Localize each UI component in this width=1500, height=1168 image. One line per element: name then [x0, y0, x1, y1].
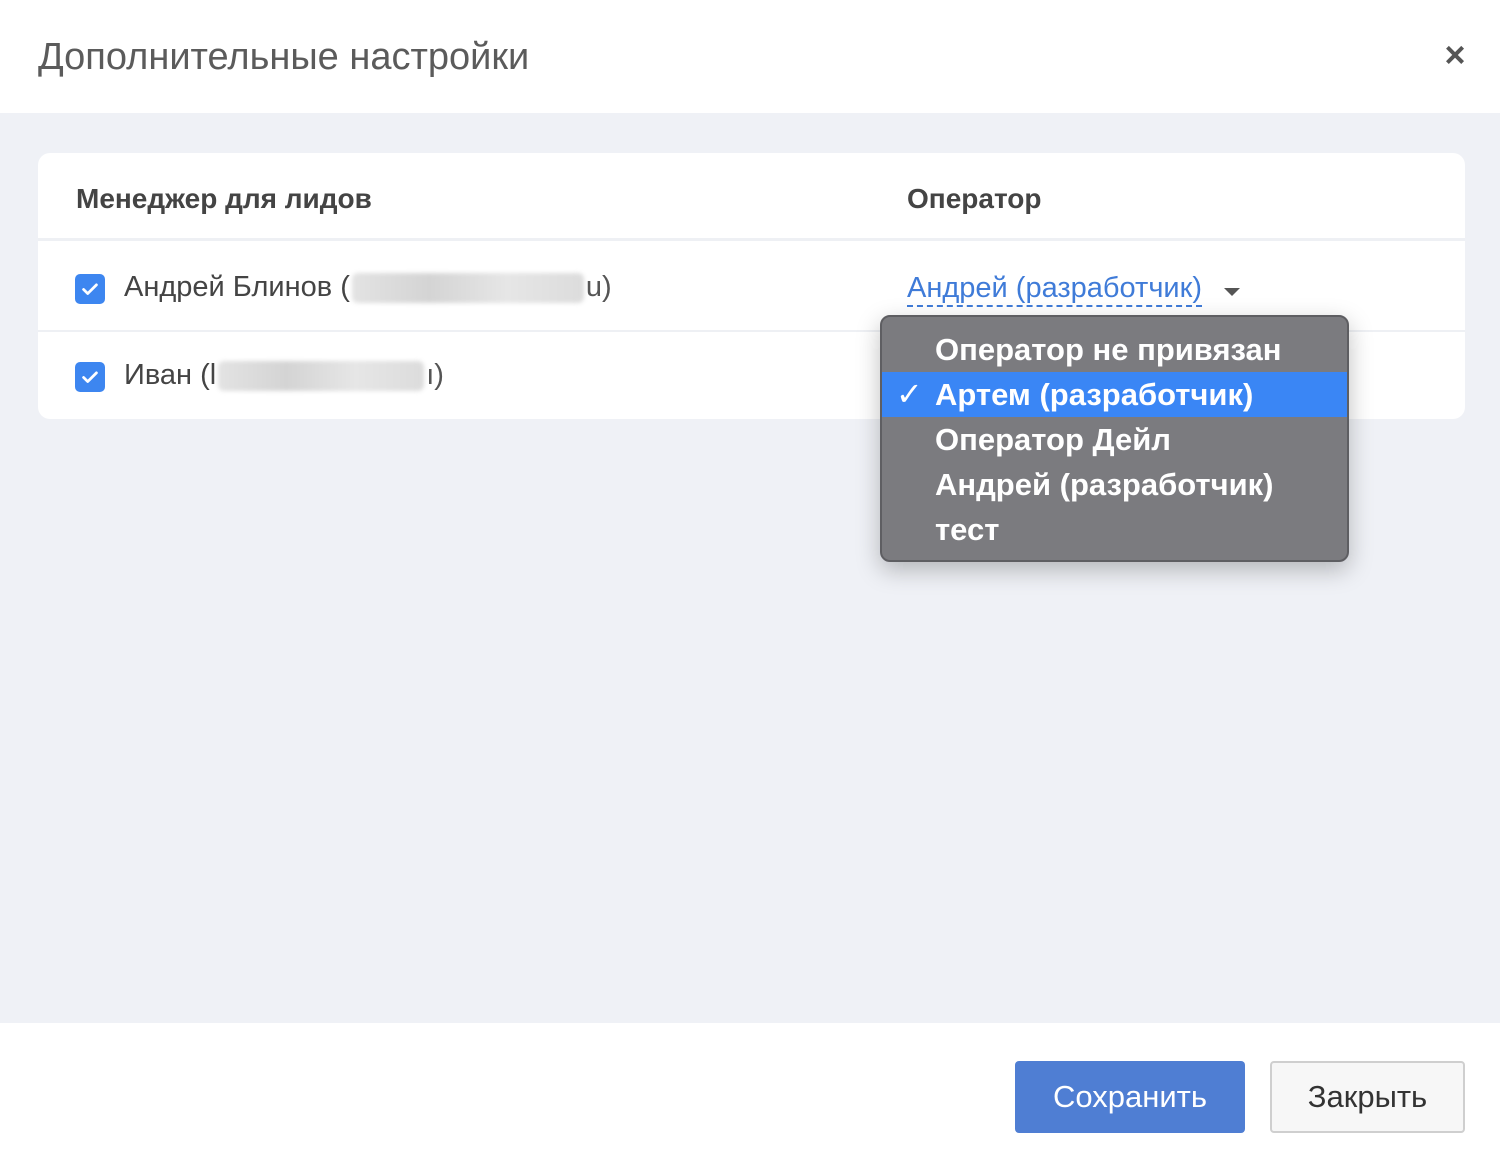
option-label: Оператор не привязан — [935, 332, 1282, 367]
option-label: Оператор Дейл — [935, 422, 1171, 457]
modal-dialog: Дополнительные настройки × Менеджер для … — [0, 0, 1500, 1168]
modal-title: Дополнительные настройки — [38, 36, 530, 78]
manager-name: Андрей Блинов ( u) — [124, 271, 612, 304]
modal-body: Менеджер для лидов Оператор Андрей Блино… — [0, 113, 1500, 1023]
checkmark-icon — [82, 371, 98, 383]
dropdown-option[interactable]: тест — [882, 507, 1347, 552]
manager-name-tail: ı) — [426, 359, 444, 391]
manager-name-tail: u) — [585, 271, 612, 303]
close-button[interactable]: Закрыть — [1270, 1061, 1465, 1133]
close-icon[interactable]: × — [1436, 34, 1474, 75]
operator-dropdown-menu: Оператор не привязан ✓ Артем (разработчи… — [880, 315, 1349, 562]
column-header-operator: Оператор — [907, 183, 1042, 214]
manager-name-text: Иван (l — [124, 359, 217, 391]
checkmark-icon: ✓ — [896, 376, 923, 412]
column-header-manager: Менеджер для лидов — [76, 183, 372, 214]
modal-header: Дополнительные настройки × — [0, 0, 1500, 113]
checkmark-icon — [82, 283, 98, 295]
manager-name: Иван (l ı) — [124, 359, 444, 392]
redacted-email — [351, 272, 584, 303]
option-label: Андрей (разработчик) — [935, 467, 1274, 502]
save-button[interactable]: Сохранить — [1015, 1061, 1245, 1133]
dropdown-option[interactable]: Андрей (разработчик) — [882, 462, 1347, 507]
table-header: Менеджер для лидов Оператор — [38, 153, 1465, 241]
option-label: тест — [935, 512, 1000, 547]
manager-checkbox[interactable] — [75, 362, 105, 392]
option-label: Артем (разработчик) — [935, 377, 1254, 412]
dropdown-option[interactable]: Оператор не привязан — [882, 327, 1347, 372]
operator-select-link[interactable]: Андрей (разработчик) — [907, 271, 1202, 307]
dropdown-option-selected[interactable]: ✓ Артем (разработчик) — [882, 372, 1347, 417]
manager-name-text: Андрей Блинов ( — [124, 271, 350, 303]
modal-footer: Сохранить Закрыть — [0, 1023, 1500, 1168]
dropdown-option[interactable]: Оператор Дейл — [882, 417, 1347, 462]
manager-checkbox[interactable] — [75, 274, 105, 304]
caret-down-icon[interactable] — [1224, 288, 1240, 296]
redacted-email — [218, 360, 425, 391]
